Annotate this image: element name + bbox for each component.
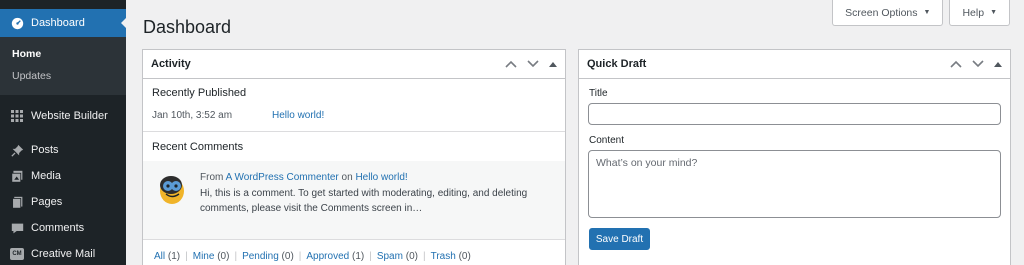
sidebar-item-label: Pages bbox=[31, 196, 63, 208]
widget-handles bbox=[950, 60, 1002, 68]
sidebar-item-website-builder[interactable]: Website Builder bbox=[0, 103, 126, 129]
draft-content-textarea[interactable]: What’s on your mind? bbox=[588, 150, 1001, 218]
move-down-icon[interactable] bbox=[972, 60, 984, 68]
recently-published-heading: Recently Published bbox=[152, 87, 247, 99]
sidebar-item-posts[interactable]: Posts bbox=[0, 137, 126, 163]
submenu-item-updates[interactable]: Updates bbox=[0, 65, 126, 87]
move-up-icon[interactable] bbox=[505, 60, 517, 68]
activity-widget-header: Activity bbox=[143, 50, 565, 79]
screen-options-label: Screen Options bbox=[845, 6, 918, 19]
published-post-link[interactable]: Hello world! bbox=[272, 110, 324, 121]
filter-trash[interactable]: Trash (0) bbox=[431, 251, 471, 262]
toggle-panel-icon[interactable] bbox=[549, 61, 557, 67]
comment-meta: From A WordPress Commenter on Hello worl… bbox=[200, 171, 553, 185]
filter-pending[interactable]: Pending (0) bbox=[242, 251, 294, 262]
screen-options-button[interactable]: Screen Options ▼ bbox=[832, 0, 944, 26]
save-draft-button[interactable]: Save Draft bbox=[589, 228, 650, 250]
sidebar-item-comments[interactable]: Comments bbox=[0, 215, 126, 241]
draft-title-input[interactable] bbox=[588, 103, 1001, 125]
recent-comments-heading: Recent Comments bbox=[152, 141, 244, 153]
sidebar-item-pages[interactable]: Pages bbox=[0, 189, 126, 215]
comment-item: From A WordPress Commenter on Hello worl… bbox=[143, 161, 565, 239]
caret-down-icon: ▼ bbox=[990, 9, 997, 16]
sidebar-item-media[interactable]: Media bbox=[0, 163, 126, 189]
comment-from: From bbox=[200, 172, 224, 183]
widget-handles bbox=[505, 60, 557, 68]
pages-icon bbox=[10, 195, 24, 209]
help-label: Help bbox=[962, 6, 985, 19]
screen-meta-links: Screen Options ▼ Help ▼ bbox=[832, 0, 1010, 26]
filter-mine[interactable]: Mine (0) bbox=[193, 251, 230, 262]
avatar bbox=[155, 172, 189, 206]
caret-down-icon: ▼ bbox=[923, 9, 931, 16]
pushpin-icon bbox=[10, 143, 24, 157]
sidebar-item-creative-mail[interactable]: CM Creative Mail bbox=[0, 241, 126, 265]
help-button[interactable]: Help ▼ bbox=[949, 0, 1010, 26]
cm-icon: CM bbox=[10, 247, 24, 261]
quick-draft-header: Quick Draft bbox=[579, 50, 1010, 79]
comment-excerpt: Hi, this is a comment. To get started wi… bbox=[200, 188, 528, 214]
sidebar-item-label: Dashboard bbox=[31, 17, 85, 29]
filter-spam[interactable]: Spam (0) bbox=[377, 251, 418, 262]
dashboard-icon bbox=[10, 16, 24, 30]
filter-all[interactable]: All (1) bbox=[154, 251, 180, 262]
sidebar-item-label: Comments bbox=[31, 222, 85, 234]
comment-icon bbox=[10, 221, 24, 235]
published-date: Jan 10th, 3:52 am bbox=[152, 110, 233, 121]
comment-filters: All (1) | Mine (0) | Pending (0) | Approved… bbox=[154, 251, 471, 262]
cm-badge: CM bbox=[10, 248, 24, 260]
activity-widget: Activity Recently Published Jan 10th, 3:… bbox=[142, 49, 566, 265]
activity-widget-title: Activity bbox=[151, 58, 191, 70]
draft-title-label: Title bbox=[589, 88, 608, 99]
dashboard-submenu: Home Updates bbox=[0, 37, 126, 95]
grid-icon bbox=[10, 109, 24, 123]
draft-content-label: Content bbox=[589, 135, 625, 146]
sidebar-item-label: Media bbox=[31, 170, 61, 182]
sidebar-item-label: Posts bbox=[31, 144, 59, 156]
submenu-item-home[interactable]: Home bbox=[0, 43, 126, 65]
comment-on: on bbox=[341, 172, 353, 183]
move-up-icon[interactable] bbox=[950, 60, 962, 68]
move-down-icon[interactable] bbox=[527, 60, 539, 68]
quick-draft-title: Quick Draft bbox=[587, 58, 647, 70]
admin-sidebar: Dashboard Home Updates Website Builder P… bbox=[0, 0, 127, 265]
filter-approved[interactable]: Approved (1) bbox=[306, 251, 364, 262]
published-row: Jan 10th, 3:52 am Hello world! bbox=[143, 110, 565, 121]
media-icon bbox=[10, 169, 24, 183]
comment-post-link[interactable]: Hello world! bbox=[355, 172, 407, 183]
sidebar-item-label: Website Builder bbox=[31, 110, 108, 122]
sidebar-item-label: Creative Mail bbox=[31, 248, 96, 260]
quick-draft-widget: Quick Draft Title Content What’s on your… bbox=[578, 49, 1011, 265]
toggle-panel-icon[interactable] bbox=[994, 61, 1002, 67]
page-title: Dashboard bbox=[143, 17, 232, 37]
comment-author-link[interactable]: A WordPress Commenter bbox=[226, 172, 339, 183]
sidebar-item-dashboard[interactable]: Dashboard bbox=[0, 9, 127, 37]
